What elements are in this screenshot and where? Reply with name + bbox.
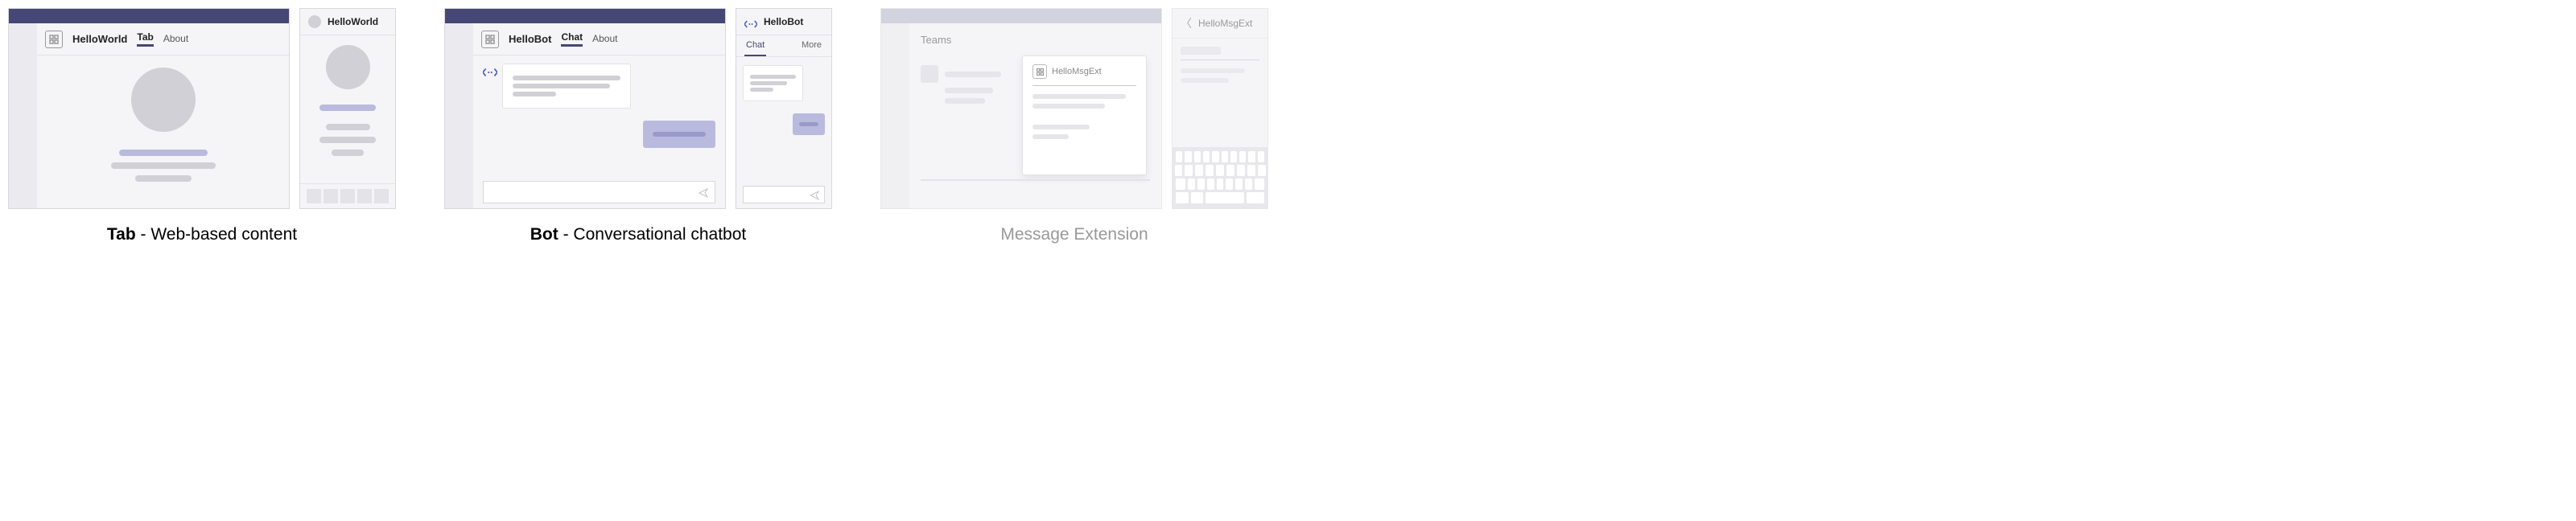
bot-section: HelloBot Chat About [444, 8, 832, 244]
tab-content [37, 55, 289, 208]
nav-item[interactable] [357, 189, 372, 203]
msgext-card: HelloMsgExt [1022, 55, 1147, 175]
app-icon [45, 31, 63, 48]
msgext-section: Teams [880, 8, 1268, 244]
outgoing-message [793, 113, 825, 135]
app-rail [881, 23, 909, 208]
avatar-icon [308, 15, 321, 28]
window-titlebar [445, 9, 725, 23]
tab-about[interactable]: About [163, 33, 188, 46]
incoming-message [743, 65, 803, 101]
tab-desktop-window: HelloWorld Tab About [8, 8, 290, 209]
placeholder-line [319, 105, 376, 111]
placeholder-line [319, 137, 376, 143]
bot-mobile-window: HelloBot Chat More [736, 8, 832, 209]
app-icon [481, 31, 499, 48]
placeholder-line [1181, 68, 1245, 73]
bot-caption: Bot - Conversational chatbot [530, 225, 746, 244]
tab-caption: Tab - Web-based content [107, 225, 297, 244]
window-titlebar [881, 9, 1161, 23]
placeholder-line [1032, 125, 1090, 129]
nav-item[interactable] [307, 189, 321, 203]
compose-box[interactable] [743, 186, 825, 203]
mobile-title: HelloWorld [328, 16, 378, 27]
placeholder-line [135, 175, 192, 182]
bot-icon [744, 18, 757, 28]
tab-about[interactable]: About [592, 33, 617, 46]
mobile-header: HelloBot [736, 9, 831, 35]
msgext-header: Teams [909, 23, 1161, 55]
compose-box[interactable] [483, 181, 715, 203]
placeholder-line [1181, 47, 1221, 55]
placeholder-line [1032, 94, 1126, 99]
nav-item[interactable] [340, 189, 355, 203]
mobile-tab-chat[interactable]: Chat [744, 35, 766, 56]
bot-desktop-window: HelloBot Chat About [444, 8, 726, 209]
app-name: HelloWorld [72, 33, 127, 45]
mobile-header: 〈 HelloMsgExt [1173, 9, 1267, 39]
msgext-caption: Message Extension [1000, 225, 1148, 244]
avatar-placeholder [326, 45, 370, 89]
keyboard[interactable] [1173, 147, 1267, 208]
tab-mobile-window: HelloWorld [299, 8, 396, 209]
tab-section: HelloWorld Tab About [8, 8, 396, 244]
placeholder-line [1181, 78, 1229, 83]
tab-chat[interactable]: Chat [561, 31, 583, 47]
mobile-chat-body [736, 57, 831, 208]
teams-label: Teams [921, 34, 951, 46]
placeholder-line [332, 150, 364, 156]
compose-box[interactable] [921, 179, 1150, 200]
bot-header: HelloBot Chat About [473, 23, 725, 55]
mobile-body [1173, 39, 1267, 91]
placeholder-line [653, 132, 706, 137]
app-icon [1032, 64, 1047, 79]
placeholder-line [513, 92, 556, 96]
msgext-body: HelloMsgExt [909, 55, 1161, 208]
back-icon[interactable]: 〈 [1181, 15, 1192, 31]
msgext-desktop-window: Teams [880, 8, 1162, 209]
nav-item[interactable] [324, 189, 338, 203]
placeholder-line [750, 75, 796, 79]
mobile-tabs: Chat More [736, 35, 831, 57]
mobile-tab-more[interactable]: More [800, 35, 823, 56]
app-name: HelloBot [509, 33, 551, 45]
placeholder-line [945, 98, 985, 104]
msgext-mobile-window: 〈 HelloMsgExt [1172, 8, 1268, 209]
window-titlebar [9, 9, 289, 23]
placeholder-line [1032, 104, 1105, 109]
chat-body [473, 55, 725, 208]
mobile-bottom-nav [300, 183, 395, 208]
app-rail [9, 23, 37, 208]
mobile-header: HelloWorld [300, 9, 395, 35]
tab-tab[interactable]: Tab [137, 31, 153, 47]
placeholder-line [513, 84, 610, 88]
avatar-placeholder [131, 68, 196, 132]
bot-icon [483, 67, 497, 78]
placeholder-line [945, 88, 993, 93]
mobile-title: HelloBot [764, 16, 803, 27]
incoming-message [483, 64, 715, 109]
card-title: HelloMsgExt [1052, 67, 1102, 76]
send-icon[interactable] [810, 190, 819, 199]
send-icon[interactable] [699, 187, 708, 197]
mobile-title: HelloMsgExt [1198, 18, 1252, 29]
placeholder-line [111, 162, 216, 169]
mobile-content [300, 35, 395, 183]
placeholder-line [1032, 134, 1069, 139]
placeholder-line [326, 124, 370, 130]
placeholder-line [750, 88, 773, 92]
outgoing-message [643, 121, 715, 148]
nav-item[interactable] [374, 189, 389, 203]
placeholder-line [513, 76, 620, 80]
placeholder-line [119, 150, 208, 156]
placeholder-line [750, 81, 787, 85]
tab-header: HelloWorld Tab About [37, 23, 289, 55]
app-rail [445, 23, 473, 208]
placeholder-line [799, 122, 818, 126]
